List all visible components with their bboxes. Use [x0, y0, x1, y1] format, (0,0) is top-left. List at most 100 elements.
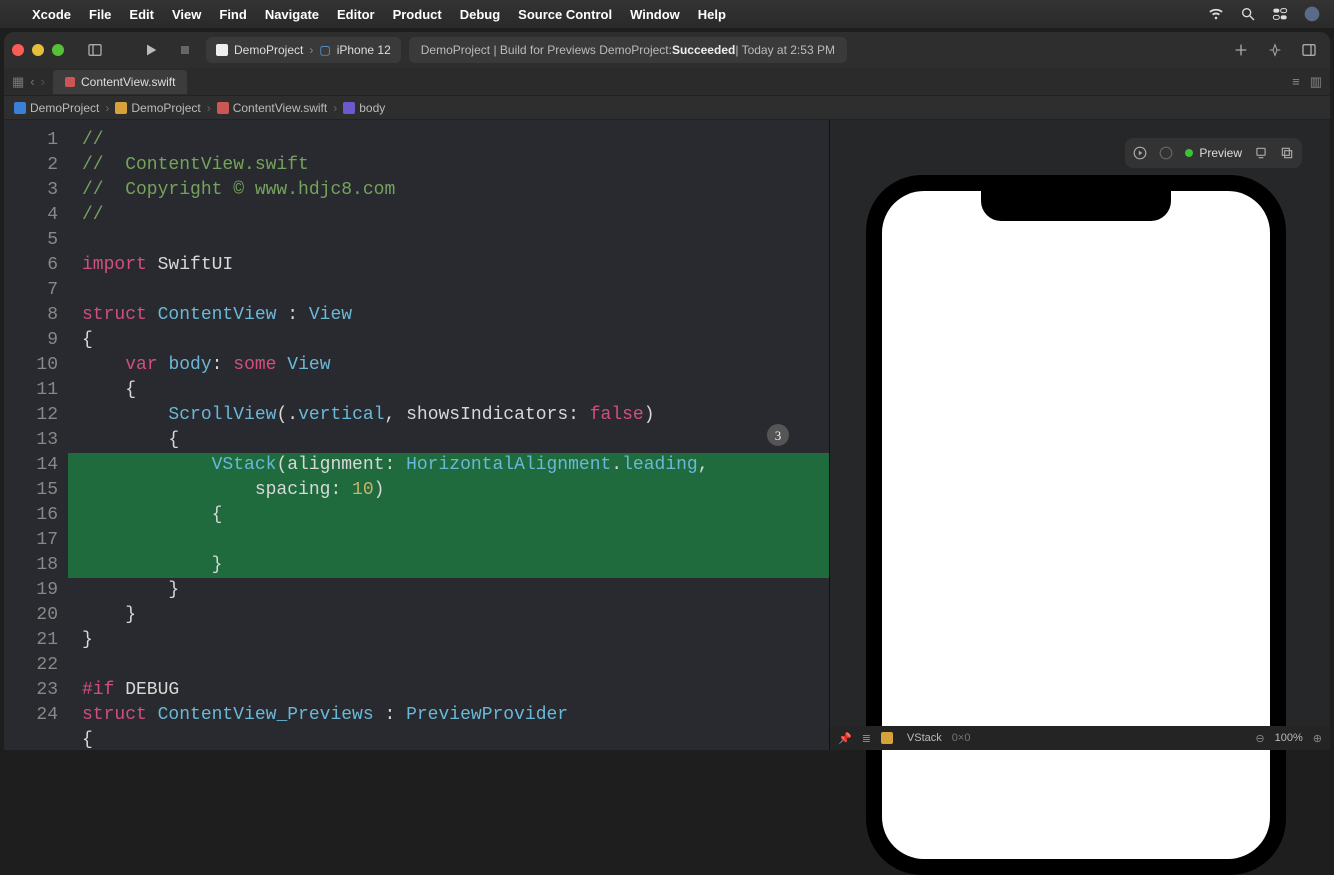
menubar-item-file[interactable]: File — [89, 7, 111, 22]
wifi-icon[interactable] — [1208, 6, 1224, 22]
minimize-window-button[interactable] — [32, 44, 44, 56]
menubar-item-help[interactable]: Help — [698, 7, 726, 22]
chevron-right-icon: › — [309, 43, 313, 57]
element-size: 0×0 — [952, 732, 971, 744]
forward-button[interactable]: › — [41, 74, 45, 90]
close-window-button[interactable] — [12, 44, 24, 56]
menubar-item-product[interactable]: Product — [393, 7, 442, 22]
menubar-app-name[interactable]: Xcode — [32, 7, 71, 22]
code-line[interactable] — [68, 228, 829, 253]
menubar-item-find[interactable]: Find — [219, 7, 246, 22]
code-line[interactable]: #if DEBUG — [68, 678, 829, 703]
stop-button[interactable] — [172, 37, 198, 63]
navigator-toggle-icon[interactable] — [82, 37, 108, 63]
code-line[interactable]: // Copyright © www.hdjc8.com — [68, 178, 829, 203]
menubar-item-view[interactable]: View — [172, 7, 201, 22]
zoom-level[interactable]: 100% — [1275, 732, 1303, 744]
code-line[interactable]: struct ContentView : View — [68, 303, 829, 328]
code-line[interactable]: VStack(alignment: HorizontalAlignment.le… — [68, 453, 829, 478]
control-center-icon[interactable] — [1272, 6, 1288, 22]
main-area: 123456789101112131415161718192021222324 … — [4, 120, 1330, 750]
back-button[interactable]: ‹ — [30, 74, 34, 90]
code-line[interactable] — [68, 278, 829, 303]
code-line[interactable]: } — [68, 628, 829, 653]
device-settings-icon[interactable] — [1254, 146, 1268, 160]
pin-preview-icon[interactable]: 📌 — [838, 732, 852, 745]
line-number: 15 — [4, 478, 58, 503]
preview-list-icon[interactable]: ≣ — [862, 732, 871, 745]
code-line[interactable]: { — [68, 503, 829, 528]
line-number: 21 — [4, 628, 58, 653]
preview-status[interactable]: Preview — [1185, 146, 1242, 160]
code-line[interactable] — [68, 528, 829, 553]
menubar-item-edit[interactable]: Edit — [129, 7, 154, 22]
run-button[interactable] — [138, 37, 164, 63]
macos-menubar: Xcode File Edit View Find Navigate Edito… — [0, 0, 1334, 28]
live-preview-icon[interactable] — [1159, 146, 1173, 160]
swift-file-icon — [65, 77, 75, 87]
property-icon — [343, 102, 355, 114]
code-line[interactable] — [68, 653, 829, 678]
line-number: 17 — [4, 528, 58, 553]
duplicate-preview-icon[interactable] — [1280, 146, 1294, 160]
line-number: 13 — [4, 428, 58, 453]
adjust-editor-icon[interactable]: ▥ — [1310, 74, 1322, 90]
code-line[interactable]: } — [68, 578, 829, 603]
spotlight-icon[interactable] — [1240, 6, 1256, 22]
scheme-selector[interactable]: DemoProject › ▢ iPhone 12 — [206, 37, 401, 63]
inspectors-toggle-icon[interactable] — [1296, 37, 1322, 63]
add-editor-button[interactable] — [1228, 37, 1254, 63]
related-items-icon[interactable]: ▦ — [12, 74, 24, 90]
swift-file-icon — [217, 102, 229, 114]
library-button[interactable] — [1262, 37, 1288, 63]
change-annotation-badge[interactable]: 3 — [767, 424, 789, 446]
line-number: 19 — [4, 578, 58, 603]
preview-toolbar: Preview — [1125, 138, 1302, 168]
line-number: 7 — [4, 278, 58, 303]
menubar-item-debug[interactable]: Debug — [460, 7, 500, 22]
line-number: 14 — [4, 453, 58, 478]
canvas-preview: Preview 📌 ≣ VStack 0×0 ⊖ 100% ⊕ — [830, 120, 1330, 750]
zoom-window-button[interactable] — [52, 44, 64, 56]
device-screen[interactable] — [882, 191, 1270, 859]
source-editor[interactable]: 123456789101112131415161718192021222324 … — [4, 120, 830, 750]
code-line[interactable]: spacing: 10) — [68, 478, 829, 503]
crumb-project[interactable]: DemoProject — [30, 101, 99, 115]
code-line[interactable]: { — [68, 428, 829, 453]
code-area[interactable]: //// ContentView.swift// Copyright © www… — [68, 120, 829, 750]
crumb-symbol[interactable]: body — [359, 101, 385, 115]
code-line[interactable]: // ContentView.swift — [68, 153, 829, 178]
menubar-item-editor[interactable]: Editor — [337, 7, 375, 22]
user-avatar-icon[interactable] — [1304, 6, 1320, 22]
code-line[interactable]: } — [68, 553, 829, 578]
code-line[interactable]: ScrollView(.vertical, showsIndicators: f… — [68, 403, 829, 428]
xcode-toolbar: DemoProject › ▢ iPhone 12 DemoProject | … — [4, 32, 1330, 68]
code-line[interactable]: // — [68, 128, 829, 153]
zoom-out-icon[interactable]: ⊖ — [1255, 732, 1264, 745]
editor-tab[interactable]: ContentView.swift — [53, 70, 188, 94]
menubar-item-window[interactable]: Window — [630, 7, 680, 22]
menubar-item-source-control[interactable]: Source Control — [518, 7, 612, 22]
crumb-file[interactable]: ContentView.swift — [233, 101, 328, 115]
crumb-folder[interactable]: DemoProject — [131, 101, 200, 115]
code-line[interactable]: import SwiftUI — [68, 253, 829, 278]
menubar-item-navigate[interactable]: Navigate — [265, 7, 319, 22]
code-line[interactable]: struct ContentView_Previews : PreviewPro… — [68, 703, 829, 728]
device-icon: ▢ — [319, 43, 330, 57]
play-preview-icon[interactable] — [1133, 146, 1147, 160]
minimap-toggle-icon[interactable]: ≡ — [1292, 74, 1300, 89]
code-line[interactable]: { — [68, 728, 829, 750]
scheme-device: iPhone 12 — [337, 43, 391, 57]
line-number: 10 — [4, 353, 58, 378]
code-line[interactable]: { — [68, 328, 829, 353]
status-prefix: DemoProject | Build for Previews DemoPro… — [421, 43, 672, 57]
window-traffic-lights — [12, 44, 64, 56]
jump-bar[interactable]: DemoProject › DemoProject › ContentView.… — [4, 96, 1330, 120]
code-line[interactable]: var body: some View — [68, 353, 829, 378]
zoom-in-icon[interactable]: ⊕ — [1313, 732, 1322, 745]
code-line[interactable]: { — [68, 378, 829, 403]
line-number: 18 — [4, 553, 58, 578]
code-line[interactable]: // — [68, 203, 829, 228]
selected-element[interactable]: VStack — [907, 732, 942, 744]
code-line[interactable]: } — [68, 603, 829, 628]
